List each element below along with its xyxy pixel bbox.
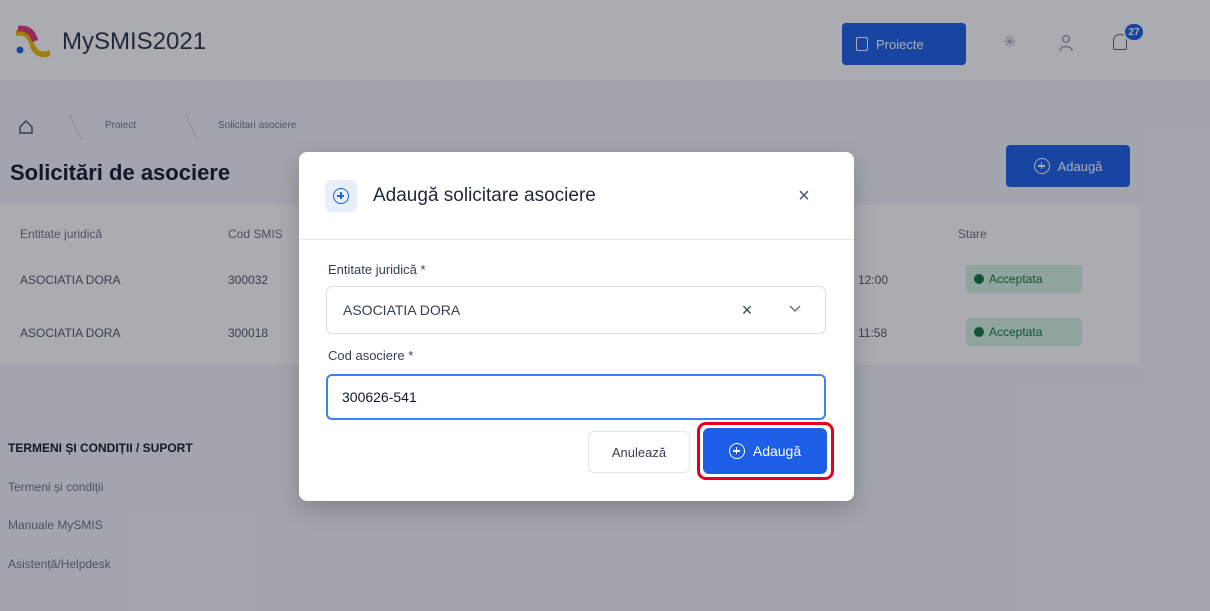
clear-icon[interactable]: × — [738, 300, 756, 320]
cancel-button[interactable]: Anulează — [588, 431, 690, 473]
chevron-down-icon[interactable] — [786, 299, 804, 317]
close-icon[interactable]: × — [793, 185, 815, 207]
association-code-input[interactable] — [326, 374, 826, 420]
plus-circle-icon — [728, 443, 745, 459]
plus-circle-icon — [333, 188, 349, 204]
modal-header-icon-box — [325, 180, 357, 212]
entity-select-value: ASOCIATIA DORA — [343, 302, 461, 318]
add-submit-button-label: Adaugă — [752, 443, 802, 459]
entity-select[interactable]: ASOCIATIA DORA × — [326, 286, 826, 334]
code-field-label: Cod asociere * — [328, 348, 414, 363]
modal-title: Adaugă solicitare asociere — [373, 185, 596, 206]
add-submit-button[interactable]: Adaugă — [703, 428, 827, 474]
modal-header: Adaugă solicitare asociere × — [299, 152, 854, 240]
add-association-modal: Adaugă solicitare asociere × Entitate ju… — [299, 152, 854, 501]
entity-field-label: Entitate juridică * — [328, 262, 426, 277]
